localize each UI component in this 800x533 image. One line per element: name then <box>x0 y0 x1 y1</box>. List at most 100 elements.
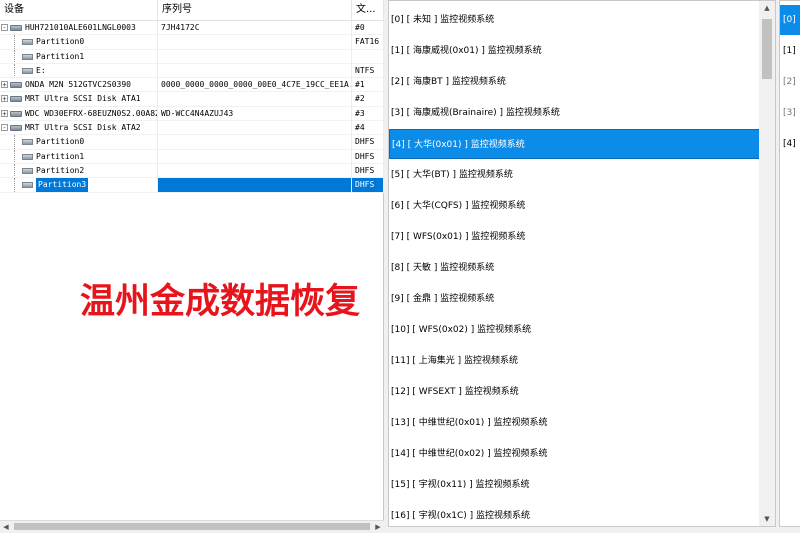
list-item[interactable]: [2] [ 海康BT ] 监控视频系统 <box>389 67 761 97</box>
device-cell[interactable]: Partition2 <box>0 163 158 179</box>
list-item[interactable]: [15] [ 宇视(0x11) ] 监控视频系统 <box>389 470 761 500</box>
scroll-right-arrow-icon[interactable]: ▶ <box>372 521 384 533</box>
serial-cell: 7JH4172C <box>158 21 352 36</box>
device-cell[interactable]: - HUH721010ALE601LNGL0003 <box>0 21 158 36</box>
list-item[interactable]: [12] [ WFSEXT ] 监控视频系统 <box>389 377 761 407</box>
disk-icon <box>10 110 22 117</box>
list-item[interactable]: [0] [ 未知 ] 监控视频系统 <box>389 5 761 35</box>
expand-icon[interactable]: + <box>1 81 8 89</box>
table-row[interactable]: - MRT Ultra SCSI Disk ATA2 #4 <box>0 121 384 136</box>
serial-cell <box>158 63 352 79</box>
device-name: HUH721010ALE601LNGL0003 <box>25 23 136 32</box>
list-item[interactable]: [5] [ 大华(BT) ] 监控视频系统 <box>389 160 761 190</box>
horizontal-scrollbar[interactable]: ◀ ▶ <box>0 520 384 533</box>
watermark-text: 温州金成数据恢复 <box>80 282 361 322</box>
system-list: [0] [ 未知 ] 监控视频系统 [1] [ 海康威视(0x01) ] 监控视频… <box>388 0 776 527</box>
expand-icon[interactable]: + <box>1 109 8 117</box>
device-cell[interactable]: Partition3 <box>0 178 158 193</box>
secondary-list: [0] [1] [2] [3] [4] <box>779 0 800 527</box>
serial-cell <box>158 92 352 107</box>
list-item[interactable]: [9] [ 金鼎 ] 监控视频系统 <box>389 284 761 314</box>
column-header-device[interactable]: 设备 <box>0 0 158 20</box>
scroll-thumb[interactable] <box>14 523 370 530</box>
table-row[interactable]: Partition2 DHFS <box>0 163 384 179</box>
device-rows: - HUH721010ALE601LNGL0003 7JH4172C #0 Partit… <box>0 21 384 193</box>
table-row[interactable]: - HUH721010ALE601LNGL0003 7JH4172C #0 <box>0 21 384 36</box>
device-cell[interactable]: + WDC WD30EFRX-68EUZN0S2.00A82 <box>0 106 158 122</box>
serial-cell <box>158 135 352 150</box>
serial-cell: 0000_0000_0000_0000_00E0_4C7E_19CC_EE1A. <box>158 78 352 93</box>
device-name: MRT Ultra SCSI Disk ATA2 <box>25 123 141 133</box>
table-row[interactable]: Partition1 DHFS <box>0 149 384 164</box>
list-item[interactable]: [10] [ WFS(0x02) ] 监控视频系统 <box>389 315 761 345</box>
table-row[interactable]: Partition0 DHFS <box>0 135 384 150</box>
filesystem-cell: FAT16 <box>352 35 384 50</box>
column-header-serial[interactable]: 序列号 <box>158 0 352 20</box>
partition-name: E: <box>36 65 46 75</box>
device-cell[interactable]: + MRT Ultra SCSI Disk ATA1 <box>0 92 158 107</box>
device-cell[interactable]: - MRT Ultra SCSI Disk ATA2 <box>0 121 158 136</box>
table-row[interactable]: + ONDA M2N 512GTVC2S0390 0000_0000_0000_00… <box>0 78 384 93</box>
list-item[interactable]: [1] <box>780 36 800 66</box>
table-row[interactable]: Partition3 DHFS <box>0 178 384 193</box>
device-cell[interactable]: Partition0 <box>0 135 158 150</box>
filesystem-cell: DHFS <box>352 178 384 193</box>
list-item[interactable]: [7] [ WFS(0x01) ] 监控视频系统 <box>389 222 761 252</box>
disk-icon <box>10 82 22 89</box>
tree-line <box>14 49 15 63</box>
partition-icon <box>22 67 33 74</box>
partition-icon <box>22 153 33 160</box>
device-cell[interactable]: Partition0 <box>0 35 158 50</box>
list-item[interactable]: [16] [ 宇视(0x1C) ] 监控视频系统 <box>389 501 761 526</box>
list-item[interactable]: [1] [ 海康威视(0x01) ] 监控视频系统 <box>389 36 761 66</box>
partition-name: Partition3 <box>36 178 89 192</box>
partition-icon <box>22 39 33 46</box>
partition-name: Partition2 <box>36 165 85 175</box>
collapse-icon[interactable]: - <box>1 124 8 132</box>
scroll-up-arrow-icon[interactable]: ▲ <box>759 1 775 15</box>
partition-name: Partition1 <box>36 51 85 61</box>
column-header-filesystem[interactable]: 文... <box>352 0 384 20</box>
table-row[interactable]: + MRT Ultra SCSI Disk ATA1 #2 <box>0 92 384 107</box>
filesystem-cell: DHFS <box>352 163 384 179</box>
scroll-thumb[interactable] <box>762 19 772 79</box>
expand-icon[interactable]: + <box>1 95 8 103</box>
device-cell[interactable]: Partition1 <box>0 149 158 164</box>
list-item[interactable]: [6] [ 大华(CQFS) ] 监控视频系统 <box>389 191 761 221</box>
filesystem-cell: #3 <box>352 106 384 122</box>
partition-name: Partition1 <box>36 151 85 161</box>
tree-line <box>14 178 15 192</box>
list-item[interactable]: [11] [ 上海集光 ] 监控视频系统 <box>389 346 761 376</box>
table-header: 设备 序列号 文... <box>0 0 384 21</box>
list-item[interactable]: [4] [ 大华(0x01) ] 监控视频系统 <box>389 129 761 159</box>
tree-line <box>14 35 15 49</box>
list-item[interactable]: [14] [ 中维世纪(0x02) ] 监控视频系统 <box>389 439 761 469</box>
device-cell[interactable]: E: <box>0 63 158 79</box>
serial-cell <box>158 35 352 50</box>
table-row[interactable]: Partition1 <box>0 49 384 64</box>
device-name: ONDA M2N 512GTVC2S0390 <box>25 80 131 90</box>
list-item[interactable]: [8] [ 天敏 ] 监控视频系统 <box>389 253 761 283</box>
vertical-scrollbar[interactable]: ▲ ▼ <box>759 1 775 526</box>
list-item[interactable]: [4] <box>780 129 800 159</box>
table-row[interactable]: + WDC WD30EFRX-68EUZN0S2.00A82 WD-WCC4N4AZ… <box>0 106 384 122</box>
filesystem-cell: #1 <box>352 78 384 93</box>
partition-icon <box>22 53 33 60</box>
collapse-icon[interactable]: - <box>1 24 8 32</box>
device-cell[interactable]: + ONDA M2N 512GTVC2S0390 <box>0 78 158 93</box>
list-item[interactable]: [13] [ 中维世纪(0x01) ] 监控视频系统 <box>389 408 761 438</box>
table-row[interactable]: Partition0 FAT16 <box>0 35 384 50</box>
tree-line <box>14 63 15 78</box>
list-item[interactable]: [3] <box>780 98 800 128</box>
list-item[interactable]: [2] <box>780 67 800 97</box>
tree-line <box>14 135 15 149</box>
table-row[interactable]: E: NTFS <box>0 63 384 79</box>
serial-cell <box>158 49 352 64</box>
scroll-left-arrow-icon[interactable]: ◀ <box>0 521 12 533</box>
serial-cell <box>158 149 352 164</box>
list-item[interactable]: [0] <box>780 5 800 35</box>
filesystem-cell <box>352 49 384 64</box>
list-item[interactable]: [3] [ 海康威视(Brainaire) ] 监控视频系统 <box>389 98 761 128</box>
device-cell[interactable]: Partition1 <box>0 49 158 64</box>
scroll-down-arrow-icon[interactable]: ▼ <box>759 512 775 526</box>
